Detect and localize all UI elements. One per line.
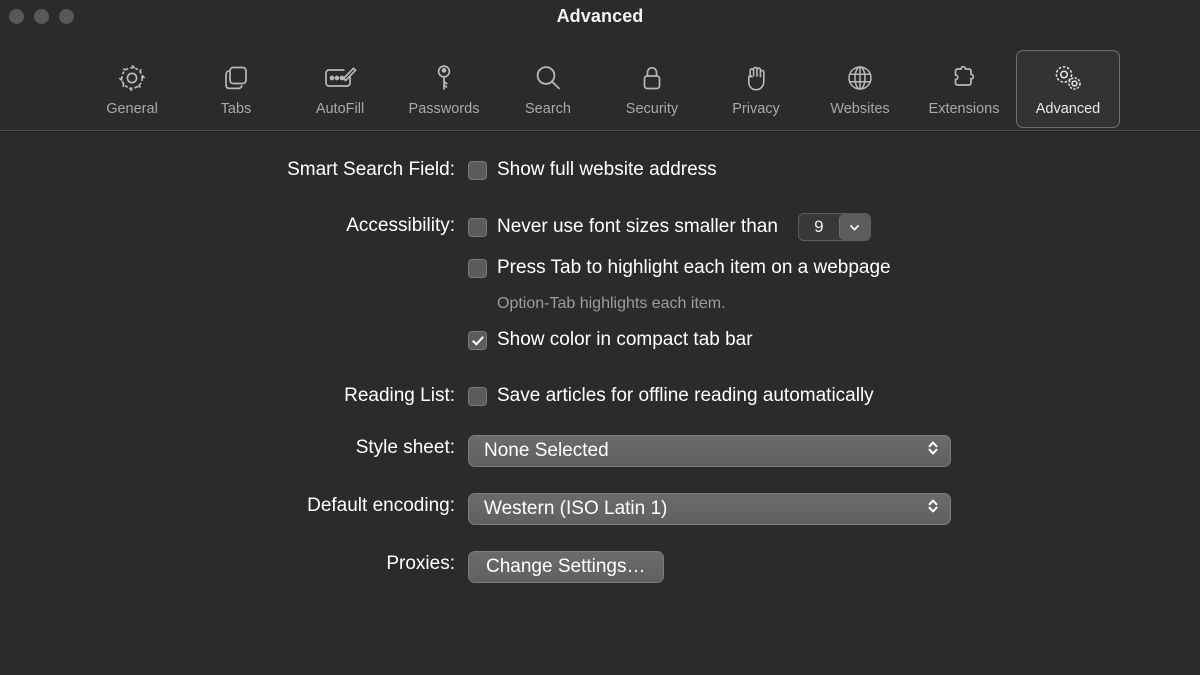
tab-label: Security xyxy=(625,101,679,117)
tab-label: Passwords xyxy=(408,101,480,117)
globe-icon xyxy=(843,58,877,98)
tab-websites[interactable]: Websites xyxy=(808,50,912,128)
show-full-address-checkbox[interactable] xyxy=(468,160,487,180)
style-sheet-popup-button[interactable]: None Selected xyxy=(468,435,951,467)
min-font-size-checkbox-item[interactable]: Never use font sizes smaller than xyxy=(468,216,778,238)
key-icon xyxy=(427,58,461,98)
min-font-size-value[interactable]: 9 xyxy=(799,214,839,240)
search-icon xyxy=(531,58,565,98)
tab-extensions[interactable]: Extensions xyxy=(912,50,1016,128)
row-accessibility: Accessibility: Never use font sizes smal… xyxy=(0,213,1200,241)
tab-advanced[interactable]: Advanced xyxy=(1016,50,1120,128)
save-offline-checkbox[interactable] xyxy=(468,386,487,406)
default-encoding-popup-button[interactable]: Western (ISO Latin 1) xyxy=(468,493,951,525)
smart-search-field-label: Smart Search Field: xyxy=(287,159,455,180)
tabs-icon xyxy=(219,58,253,98)
tab-label: Privacy xyxy=(732,101,780,117)
press-tab-checkbox-item[interactable]: Press Tab to highlight each item on a we… xyxy=(468,257,891,279)
hand-icon xyxy=(739,58,773,98)
tab-privacy[interactable]: Privacy xyxy=(704,50,808,128)
tab-autofill[interactable]: AutoFill xyxy=(288,50,392,128)
row-proxies: Proxies: Change Settings… xyxy=(0,551,1200,583)
show-color-tab-bar-label: Show color in compact tab bar xyxy=(497,329,753,350)
row-default-encoding: Default encoding: Western (ISO Latin 1) xyxy=(0,493,1200,525)
proxies-label: Proxies: xyxy=(386,553,455,574)
lock-icon xyxy=(635,58,669,98)
gear-icon xyxy=(115,58,149,98)
tab-passwords[interactable]: Passwords xyxy=(392,50,496,128)
press-tab-checkbox[interactable] xyxy=(468,258,487,278)
tab-general[interactable]: General xyxy=(80,50,184,128)
show-full-address-checkbox-item[interactable]: Show full website address xyxy=(468,159,717,181)
tab-label: Advanced xyxy=(1035,101,1101,117)
double-gear-icon xyxy=(1049,58,1087,98)
style-sheet-value: None Selected xyxy=(484,440,609,461)
row-show-color-tab-bar: Show color in compact tab bar xyxy=(0,327,1200,353)
chevron-down-icon[interactable] xyxy=(838,214,870,240)
default-encoding-label: Default encoding: xyxy=(307,495,455,516)
page-title: Advanced xyxy=(556,6,644,26)
row-press-tab: Press Tab to highlight each item on a we… xyxy=(0,255,1200,281)
save-offline-label: Save articles for offline reading automa… xyxy=(497,385,874,406)
reading-list-label: Reading List: xyxy=(344,385,455,406)
tab-label: General xyxy=(106,101,158,117)
tab-label: Search xyxy=(525,101,571,117)
row-smart-search-field: Smart Search Field: Show full website ad… xyxy=(0,157,1200,183)
row-reading-list: Reading List: Save articles for offline … xyxy=(0,383,1200,409)
autofill-icon xyxy=(321,58,359,98)
save-offline-checkbox-item[interactable]: Save articles for offline reading automa… xyxy=(468,385,874,407)
tab-security[interactable]: Security xyxy=(600,50,704,128)
style-sheet-label: Style sheet: xyxy=(355,437,455,458)
show-color-tab-bar-checkbox[interactable] xyxy=(468,330,487,350)
default-encoding-value: Western (ISO Latin 1) xyxy=(484,498,668,519)
change-settings-button[interactable]: Change Settings… xyxy=(468,551,664,583)
min-font-size-checkbox[interactable] xyxy=(468,217,487,237)
min-font-size-stepper[interactable]: 9 xyxy=(797,213,871,241)
title-bar: Advanced xyxy=(0,0,1200,36)
row-press-tab-hint: Option-Tab highlights each item. xyxy=(0,291,1200,317)
show-color-tab-bar-checkbox-item[interactable]: Show color in compact tab bar xyxy=(468,329,753,351)
up-down-chevron-icon xyxy=(926,496,940,522)
row-style-sheet: Style sheet: None Selected xyxy=(0,435,1200,467)
preferences-toolbar: General Tabs AutoFill Passwords Search S… xyxy=(0,36,1200,130)
advanced-settings-pane: Smart Search Field: Show full website ad… xyxy=(0,131,1200,583)
tab-tabs[interactable]: Tabs xyxy=(184,50,288,128)
show-full-address-label: Show full website address xyxy=(497,159,717,180)
press-tab-hint: Option-Tab highlights each item. xyxy=(497,295,726,312)
up-down-chevron-icon xyxy=(926,438,940,464)
tab-label: AutoFill xyxy=(315,101,365,117)
press-tab-label: Press Tab to highlight each item on a we… xyxy=(497,257,891,278)
accessibility-label: Accessibility: xyxy=(346,215,455,236)
tab-label: Websites xyxy=(830,101,890,117)
min-font-size-label: Never use font sizes smaller than xyxy=(497,216,778,237)
tab-search[interactable]: Search xyxy=(496,50,600,128)
puzzle-icon xyxy=(947,58,981,98)
tab-label: Tabs xyxy=(220,101,252,117)
tab-label: Extensions xyxy=(928,101,1000,117)
